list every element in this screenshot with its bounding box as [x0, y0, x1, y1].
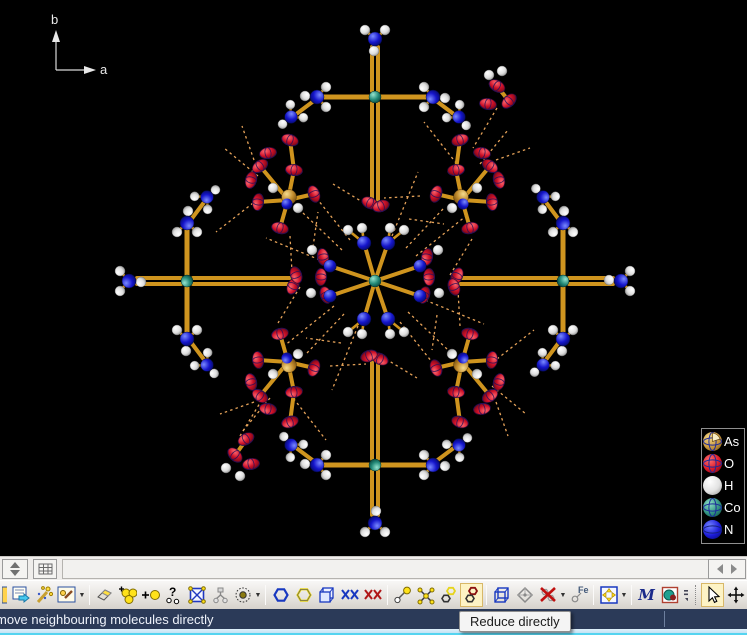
element-legend: As O H Co N	[701, 428, 745, 544]
application-window: b a As O H	[0, 0, 747, 635]
measure-label: M	[638, 586, 655, 604]
arsenate-cluster-ur	[428, 132, 507, 235]
scroll-right-icon[interactable]	[731, 564, 737, 574]
o-sphere-icon	[703, 454, 722, 473]
eraser-button[interactable]	[93, 583, 116, 607]
scroll-left-icon[interactable]	[717, 564, 723, 574]
cross-complex-left	[115, 176, 304, 386]
render-options-button[interactable]	[658, 583, 681, 607]
add-atom-button[interactable]	[139, 583, 162, 607]
status-separator	[664, 611, 665, 627]
picture-tool-dropdown[interactable]: ▼	[78, 583, 86, 607]
tab-strip	[0, 556, 747, 580]
fe-label: Fe	[578, 585, 589, 595]
spanning-tree-button[interactable]	[414, 583, 437, 607]
table-view-button[interactable]	[33, 559, 57, 579]
connect-atoms-button[interactable]	[391, 583, 414, 607]
outer-cluster-bottom-left	[221, 430, 260, 481]
window-edge-button[interactable]	[0, 583, 9, 607]
legend-item-h: H	[703, 474, 744, 496]
as-sphere-icon	[703, 432, 722, 451]
legend-item-n: N	[703, 518, 744, 540]
expand-directly-button[interactable]	[437, 583, 460, 607]
cluster-button[interactable]	[315, 583, 338, 607]
unit-cell-button[interactable]	[490, 583, 513, 607]
taskbar-edge	[0, 629, 747, 635]
arsenate-cluster-ll	[243, 326, 322, 429]
table-grid-icon	[38, 563, 53, 575]
packing-range-button[interactable]	[231, 583, 254, 607]
packing-move-button[interactable]	[597, 583, 620, 607]
select-mode-button[interactable]	[701, 583, 724, 607]
toolbar-options-button[interactable]	[681, 583, 690, 607]
spinner-up-icon[interactable]	[10, 562, 20, 568]
connectivity-button[interactable]	[208, 583, 231, 607]
cross-complex-right	[446, 176, 635, 386]
axis-a-label: a	[100, 62, 108, 77]
legend-item-co: Co	[703, 496, 744, 518]
arsenate-cluster-ul	[243, 132, 322, 235]
toolbar-separator	[593, 585, 594, 605]
outer-cluster-top-right	[479, 66, 519, 111]
status-text: move neighbouring molecules directly	[0, 612, 214, 627]
tooltip: Reduce directly	[459, 611, 571, 632]
svg-text:?: ?	[169, 585, 176, 599]
n-sphere-icon	[703, 520, 722, 539]
destroy-bonds-dropdown[interactable]: ▼	[559, 583, 567, 607]
reduce-directly-button[interactable]	[460, 583, 483, 607]
fill-unit-cell-button[interactable]	[185, 583, 208, 607]
tab-area[interactable]	[62, 559, 708, 579]
sheet-spinner[interactable]	[2, 559, 28, 579]
wizard-button[interactable]	[32, 583, 55, 607]
cross-complex-bottom	[270, 348, 480, 537]
h-sphere-icon	[703, 476, 722, 495]
destroy-bonds-button[interactable]	[536, 583, 559, 607]
complete-molecules-button[interactable]	[269, 583, 292, 607]
toolbar-separator	[631, 585, 632, 605]
molecular-scene[interactable]: b a	[0, 0, 747, 556]
packing-move-dropdown[interactable]: ▼	[620, 583, 628, 607]
report-button[interactable]	[9, 583, 32, 607]
structure-viewport[interactable]: b a As O H	[0, 0, 747, 556]
legend-item-as: As	[703, 430, 744, 452]
tooltip-text: Reduce directly	[470, 614, 560, 629]
toolbar-separator	[387, 585, 388, 605]
toolbar-separator	[486, 585, 487, 605]
legend-label: H	[724, 478, 733, 493]
destroy-all-molecules-button[interactable]	[361, 583, 384, 607]
iron-atom-button[interactable]: Fe	[567, 583, 590, 607]
spinner-down-icon[interactable]	[10, 570, 20, 576]
central-complex	[306, 223, 444, 339]
picture-tool-button[interactable]	[55, 583, 78, 607]
toolbar-separator	[89, 585, 90, 605]
tab-scroll-buttons[interactable]	[708, 559, 746, 579]
cross-complex-top	[270, 25, 480, 214]
complete-fragment-button[interactable]: ?	[162, 583, 185, 607]
axis-indicator: b a	[51, 12, 108, 77]
move-mode-button[interactable]	[724, 583, 747, 607]
polyhedra-button[interactable]	[513, 583, 536, 607]
co-sphere-icon	[703, 498, 722, 517]
destroy-molecules-button[interactable]	[338, 583, 361, 607]
toolbar-grip[interactable]	[695, 585, 698, 605]
packing-range-dropdown[interactable]: ▼	[254, 583, 262, 607]
add-atoms-button[interactable]	[116, 583, 139, 607]
legend-label: O	[724, 456, 734, 471]
axis-b-label: b	[51, 12, 58, 27]
status-bar: move neighbouring molecules directly	[0, 609, 747, 629]
legend-label: Co	[724, 500, 741, 515]
legend-label: N	[724, 522, 733, 537]
legend-label: As	[724, 434, 739, 449]
bottom-toolbar: ▼ ? ▼	[0, 580, 747, 609]
legend-item-o: O	[703, 452, 744, 474]
arsenate-cluster-lr	[428, 326, 507, 429]
measure-button[interactable]: M	[635, 583, 658, 607]
toolbar-separator	[265, 585, 266, 605]
complete-fragments-button[interactable]	[292, 583, 315, 607]
